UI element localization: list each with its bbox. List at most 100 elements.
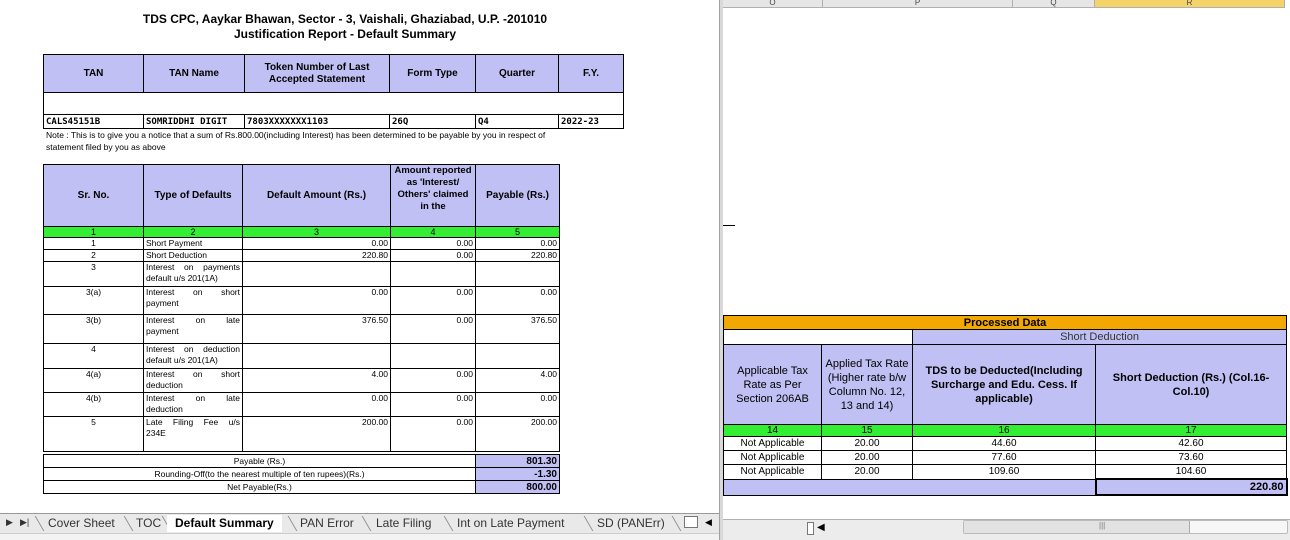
net-payable-value[interactable]: 800.00 [475, 480, 560, 494]
data-cell[interactable]: 109.60 [912, 464, 1096, 480]
sr-cell[interactable]: 3(a) [43, 286, 144, 315]
amount-cell[interactable]: 0.00 [242, 286, 391, 315]
type-cell[interactable]: Late Filing Fee u/s 234E [143, 416, 243, 452]
insert-sheet-icon[interactable] [684, 516, 698, 528]
amount-cell[interactable]: 0.00 [242, 392, 391, 417]
col-form-type[interactable]: Form Type [389, 54, 476, 93]
sr-cell[interactable]: 3(b) [43, 314, 144, 344]
tab-scroll-divider-icon[interactable]: ◀ [705, 517, 712, 528]
split-box-icon[interactable] [807, 522, 814, 535]
sr-cell[interactable]: 4(b) [43, 392, 144, 417]
sr-cell[interactable]: 3 [43, 261, 144, 287]
data-cell[interactable]: 20.00 [821, 450, 913, 465]
col-quarter[interactable]: Quarter [475, 54, 559, 93]
column-header-r[interactable]: R [1095, 0, 1285, 8]
rounding-label[interactable]: Rounding-Off(to the nearest multiple of … [43, 467, 476, 481]
payable-cell[interactable] [475, 343, 560, 369]
amount-cell[interactable]: 200.00 [242, 416, 391, 452]
reported-cell[interactable]: 0.00 [390, 237, 476, 250]
col-number[interactable]: 4 [390, 226, 476, 238]
tab-late-filing[interactable]: Late Filing [368, 515, 439, 532]
net-payable-label[interactable]: Net Payable(Rs.) [43, 480, 476, 494]
reported-cell[interactable]: 0.00 [390, 314, 476, 344]
amount-cell[interactable] [242, 261, 391, 287]
payable-total[interactable]: 801.30 [475, 454, 560, 468]
data-cell[interactable]: Not Applicable [723, 450, 822, 465]
col-applied-tax-rate[interactable]: Applied Tax Rate (Higher rate b/w Column… [821, 344, 913, 425]
quarter-value[interactable]: Q4 [475, 114, 559, 129]
short-deduction-header[interactable]: Short Deduction [911, 329, 1288, 345]
tab-default-summary[interactable]: Default Summary [167, 515, 282, 532]
col-sr-no[interactable]: Sr. No. [43, 164, 144, 227]
reported-cell[interactable]: 0.00 [390, 416, 476, 452]
col-tds-to-be-deducted[interactable]: TDS to be Deducted(Including Surcharge a… [912, 344, 1096, 425]
col-number[interactable]: 17 [1094, 424, 1288, 437]
scroll-left-icon[interactable]: ◀ [817, 522, 825, 533]
amount-cell[interactable]: 0.00 [242, 237, 391, 250]
data-cell[interactable]: 20.00 [821, 464, 913, 480]
scrollbar-thumb[interactable]: ||| [964, 521, 1191, 533]
type-cell[interactable]: Interest on late deduction [143, 392, 243, 417]
col-default-amount[interactable]: Default Amount (Rs.) [242, 164, 391, 227]
col-number[interactable]: 16 [912, 424, 1096, 437]
col-type-of-defaults[interactable]: Type of Defaults [143, 164, 243, 227]
tan-value[interactable]: CALS45151B [43, 114, 144, 129]
payable-cell[interactable] [475, 261, 560, 287]
col-number[interactable]: 15 [821, 424, 913, 437]
column-header-p[interactable]: P [823, 0, 1013, 8]
sr-cell[interactable]: 4 [43, 343, 144, 369]
col-fy[interactable]: F.Y. [558, 54, 624, 93]
payable-cell[interactable]: 0.00 [475, 392, 560, 417]
type-cell[interactable]: Short Deduction [143, 249, 243, 262]
amount-cell[interactable] [242, 343, 391, 369]
col-tan-name[interactable]: TAN Name [143, 54, 245, 93]
amount-cell[interactable]: 376.50 [242, 314, 391, 344]
tab-int-on-late-payment[interactable]: Int on Late Payment [449, 515, 572, 532]
tab-sd-panerr[interactable]: SD (PANErr) [589, 515, 673, 532]
token-number-value[interactable]: 7803XXXXXXX1103 [244, 114, 390, 129]
reported-cell[interactable] [390, 343, 476, 369]
fy-value[interactable]: 2022-23 [558, 114, 624, 129]
col-short-deduction[interactable]: Short Deduction (Rs.) (Col.16-Col.10) [1094, 344, 1288, 425]
col-amount-reported[interactable]: Amount reported as 'Interest/ Others' cl… [390, 164, 476, 227]
col-applicable-tax-rate[interactable]: Applicable Tax Rate as Per Section 206AB [723, 344, 822, 425]
payable-cell[interactable]: 4.00 [475, 368, 560, 393]
data-cell[interactable]: 44.60 [912, 436, 1096, 451]
processed-data-header[interactable]: Processed Data [723, 315, 1288, 330]
type-cell[interactable]: Interest on deduction default u/s 201(1A… [143, 343, 243, 369]
payable-label[interactable]: Payable (Rs.) [43, 454, 476, 468]
data-cell[interactable]: Not Applicable [723, 464, 822, 480]
payable-cell[interactable]: 200.00 [475, 416, 560, 452]
data-cell[interactable]: Not Applicable [723, 436, 822, 451]
notice-text[interactable]: Note : This is to give you a notice that… [46, 129, 546, 153]
data-cell[interactable]: 20.00 [821, 436, 913, 451]
horizontal-scrollbar[interactable]: ||| [963, 520, 1288, 534]
sr-cell[interactable]: 2 [43, 249, 144, 262]
payable-cell[interactable]: 220.80 [475, 249, 560, 262]
short-deduction-total[interactable]: 220.80 [1094, 478, 1288, 496]
col-number[interactable]: 3 [242, 226, 391, 238]
type-cell[interactable]: Interest on short deduction [143, 368, 243, 393]
col-payable[interactable]: Payable (Rs.) [475, 164, 560, 227]
payable-cell[interactable]: 376.50 [475, 314, 560, 344]
reported-cell[interactable]: 0.00 [390, 249, 476, 262]
reported-cell[interactable]: 0.00 [390, 392, 476, 417]
payable-cell[interactable]: 0.00 [475, 286, 560, 315]
type-cell[interactable]: Interest on short payment [143, 286, 243, 315]
reported-cell[interactable]: 0.00 [390, 368, 476, 393]
column-header-o[interactable]: O [723, 0, 823, 8]
tab-pan-error[interactable]: PAN Error [292, 515, 362, 532]
col-number[interactable]: 5 [475, 226, 560, 238]
type-cell[interactable]: Short Payment [143, 237, 243, 250]
sr-cell[interactable]: 4(a) [43, 368, 144, 393]
col-number[interactable]: 1 [43, 226, 144, 238]
form-type-value[interactable]: 26Q [389, 114, 476, 129]
column-header-q[interactable]: Q [1013, 0, 1095, 8]
tab-cover-sheet[interactable]: Cover Sheet [40, 515, 123, 532]
reported-cell[interactable]: 0.00 [390, 286, 476, 315]
data-cell[interactable]: 104.60 [1094, 464, 1288, 480]
col-number[interactable]: 14 [723, 424, 822, 437]
data-cell[interactable]: 42.60 [1094, 436, 1288, 451]
payable-cell[interactable]: 0.00 [475, 237, 560, 250]
amount-cell[interactable]: 220.80 [242, 249, 391, 262]
